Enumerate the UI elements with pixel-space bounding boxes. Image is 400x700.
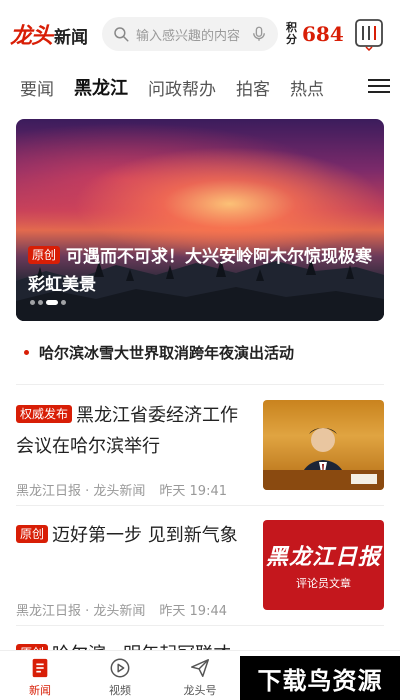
news-title: 权威发布 黑龙江省委经济工作会议在哈尔滨举行	[16, 400, 246, 462]
bullet-dot	[24, 350, 29, 355]
nav-video[interactable]: 视频	[80, 651, 160, 700]
news-icon	[32, 658, 48, 678]
carousel-indicator[interactable]	[30, 300, 66, 305]
tab-trending[interactable]: 热点	[290, 75, 324, 100]
carousel-dot-active[interactable]	[46, 300, 58, 305]
search-input[interactable]: 输入感兴趣的内容	[136, 25, 250, 44]
news-meta: 黑龙江日报 · 龙头新闻 昨天 19:41	[16, 480, 227, 499]
carousel-dot[interactable]	[30, 300, 35, 305]
nav-longtou[interactable]: 龙头号	[160, 651, 240, 700]
points-label: 积分	[286, 21, 297, 46]
nav-video-label: 视频	[109, 684, 131, 697]
news-thumbnail: 黑龙江日报 评论员文章	[263, 520, 384, 610]
news-item[interactable]: 原创 迈好第一步 见到新气象 黑龙江日报 · 龙头新闻 昨天 19:44 黑龙江日报…	[16, 520, 384, 620]
tabs-fade	[328, 68, 358, 106]
news-title-text: 迈好第一步 见到新气象	[52, 525, 238, 546]
search-icon	[114, 27, 129, 42]
watermark: 下载鸟资源	[240, 656, 400, 700]
app-header: 龙头 新闻 输入感兴趣的内容 积分 684	[0, 0, 400, 68]
carousel-dot[interactable]	[61, 300, 66, 305]
tab-photographer[interactable]: 拍客	[236, 75, 270, 100]
video-icon	[110, 658, 130, 678]
divider	[16, 384, 384, 385]
send-icon	[191, 659, 209, 677]
nav-news-label: 新闻	[29, 684, 51, 697]
tab-headlines[interactable]: 要闻	[20, 75, 54, 100]
thumbnail-tag: 评论员文章	[296, 577, 351, 590]
lectern	[263, 470, 384, 490]
bullet-headline-text: 哈尔滨冰雪大世界取消跨年夜演出活动	[39, 344, 295, 362]
nav-news[interactable]: 新闻	[0, 651, 80, 700]
bullet-headline[interactable]: 哈尔滨冰雪大世界取消跨年夜演出活动	[24, 342, 384, 363]
logo-text: 新闻	[54, 28, 89, 48]
listen-news-icon[interactable]	[354, 17, 384, 51]
menu-icon[interactable]	[368, 76, 390, 98]
microphone-icon[interactable]	[250, 25, 268, 43]
carousel-dot[interactable]	[38, 300, 43, 305]
news-title: 原创 迈好第一步 见到新气象	[16, 520, 246, 551]
news-item[interactable]: 权威发布 黑龙江省委经济工作会议在哈尔滨举行 黑龙江日报 · 龙头新闻 昨天 19:…	[16, 400, 384, 500]
logo-mark: 龙头	[10, 23, 53, 49]
tab-heilongjiang[interactable]: 黑龙江	[74, 74, 128, 100]
points-display[interactable]: 积分 684	[286, 21, 344, 47]
nav-longtou-label: 龙头号	[183, 684, 217, 697]
divider	[16, 625, 384, 626]
news-source: 黑龙江日报 · 龙头新闻	[16, 484, 146, 499]
tab-inquiry[interactable]: 问政帮办	[148, 75, 216, 100]
news-thumbnail	[263, 400, 384, 490]
news-badge: 原创	[16, 525, 49, 543]
news-badge: 权威发布	[16, 405, 73, 423]
divider	[16, 505, 384, 506]
search-bar[interactable]: 输入感兴趣的内容	[102, 17, 278, 51]
hero-caption: 原创 可遇而不可求！大兴安岭阿木尔惊现极寒彩虹美景	[28, 243, 372, 299]
hero-banner[interactable]: 原创 可遇而不可求！大兴安岭阿木尔惊现极寒彩虹美景	[16, 119, 384, 321]
app-logo[interactable]: 龙头 新闻	[10, 18, 102, 50]
news-meta: 黑龙江日报 · 龙头新闻 昨天 19:44	[16, 600, 227, 619]
news-time: 昨天 19:41	[159, 484, 228, 499]
news-time: 昨天 19:44	[159, 604, 228, 619]
hero-badge: 原创	[28, 246, 61, 264]
points-value: 684	[302, 22, 344, 46]
channel-tabs: 要闻 黑龙江 问政帮办 拍客 热点	[0, 68, 400, 106]
hero-title: 可遇而不可求！大兴安岭阿木尔惊现极寒彩虹美景	[28, 247, 373, 295]
thumbnail-brand: 黑龙江日报	[265, 544, 381, 570]
news-source: 黑龙江日报 · 龙头新闻	[16, 604, 146, 619]
